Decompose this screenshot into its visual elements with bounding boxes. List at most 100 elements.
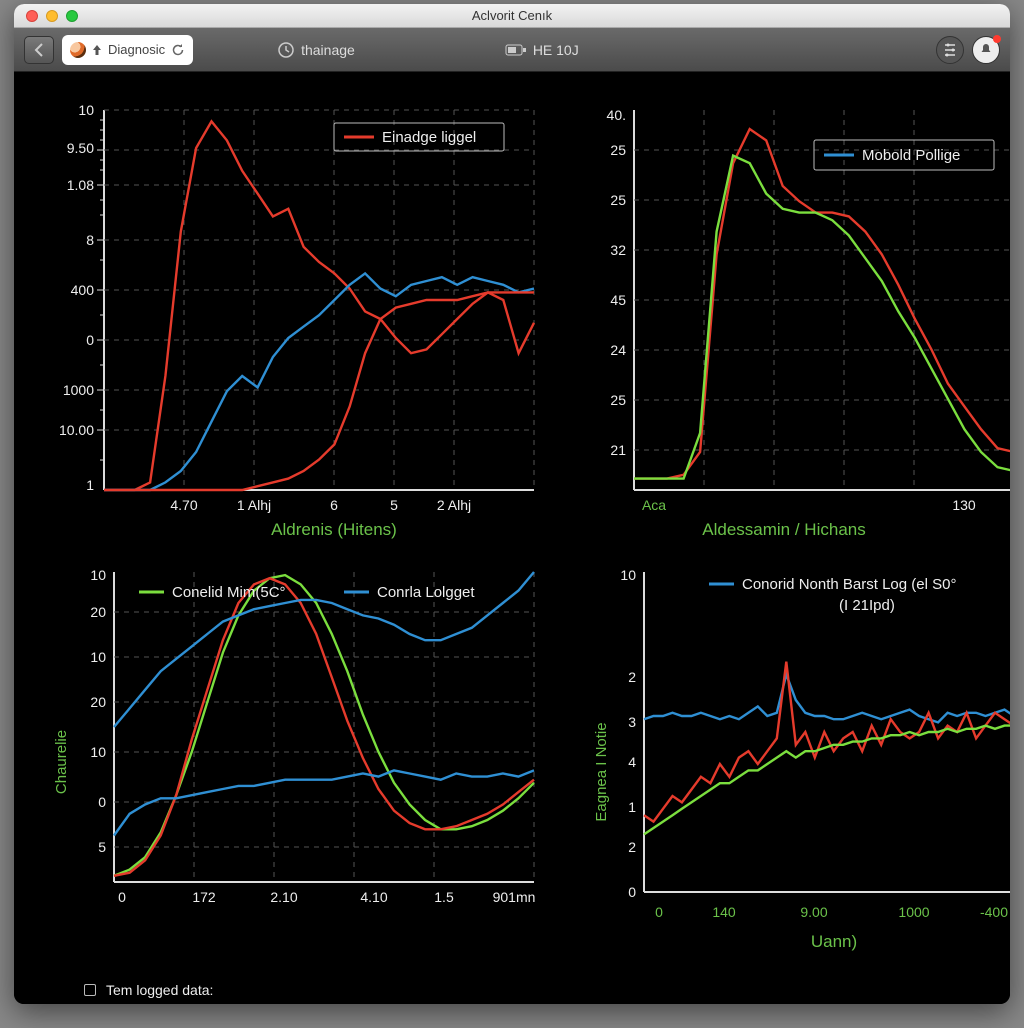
ytick: 40. (607, 107, 626, 123)
xtick: 901mn (493, 889, 536, 905)
xtick: 172 (192, 889, 216, 905)
legend-label: Einadge liggel (382, 129, 476, 146)
series-line (634, 156, 1010, 479)
series-group (104, 121, 534, 490)
ytick: 25 (610, 392, 626, 408)
chart-bottom-right: 10 2 3 4 1 2 0 0 140 9.00 1000 -400 Uann… (584, 552, 1010, 972)
xtick: Aca (642, 497, 666, 513)
legend-label: Conorid Nonth Barst Log (el S0° (742, 576, 956, 593)
notifications-button[interactable] (972, 36, 1000, 64)
settings-button[interactable] (936, 36, 964, 64)
series-line (634, 129, 1010, 479)
ytick: 25 (610, 192, 626, 208)
page-title: Diagnosic (108, 42, 165, 57)
toolbar-status-label: HE 10J (533, 42, 579, 58)
footer-line1: Fuel ponsionties inta cade more inenace … (106, 1000, 431, 1004)
ytick: 32 (610, 242, 626, 258)
back-button[interactable] (24, 36, 54, 64)
ylabel: Eagnea I Notie (593, 722, 610, 821)
ytick: 2 (628, 669, 636, 685)
ytick: 5 (98, 839, 106, 855)
ytick: 10 (620, 567, 636, 583)
xtick: 9.00 (800, 904, 827, 920)
ytick: 10 (90, 649, 106, 665)
y-grid (634, 150, 1010, 450)
footer-heading: Tem logged data: (106, 980, 213, 1000)
xtick: 1 Alhj (237, 497, 271, 513)
legend-label: Conrla Lolgget (377, 584, 475, 601)
ytick: 0 (98, 794, 106, 810)
ytick: 45 (610, 292, 626, 308)
xtick: 130 (952, 497, 976, 513)
ytick: 10 (90, 744, 106, 760)
xlabel: Aldrenis (Hitens) (271, 520, 397, 539)
ytick: 10.00 (59, 422, 94, 438)
ytick: 4 (628, 754, 636, 770)
toolbar: Diagnosic thainage HE 10J (14, 28, 1010, 72)
ytick: 0 (628, 884, 636, 900)
xtick: 0 (118, 889, 126, 905)
ylabel: Chaurelie (53, 730, 70, 794)
legend-label-line2: (I 21Ipd) (839, 597, 895, 614)
ytick: 2 (628, 839, 636, 855)
xlabel: Aldessamin / Hichans (702, 520, 865, 539)
ytick: 25 (610, 142, 626, 158)
window-title: Aclvorit Cenık (14, 8, 1010, 23)
xtick: 1.5 (434, 889, 454, 905)
series-group (634, 129, 1010, 479)
xtick: 2.10 (270, 889, 297, 905)
x-grid (184, 110, 534, 490)
xtick: 5 (390, 497, 398, 513)
y-grid (104, 110, 534, 430)
y-grid (114, 612, 534, 847)
app-window: Aclvorit Cenık Diagnosic thainage HE 10J (14, 4, 1010, 1004)
content: 10 9.50 1.08 8 400 0 1000 10.00 1 4.70 1… (14, 74, 1010, 1004)
ytick: 24 (610, 342, 626, 358)
xtick: 4.10 (360, 889, 387, 905)
battery-icon (505, 43, 527, 57)
ytick: 20 (90, 694, 106, 710)
xlabel: Uann) (811, 932, 857, 951)
ytick: 8 (86, 232, 94, 248)
xtick: 4.70 (170, 497, 197, 513)
titlebar: Aclvorit Cenık (14, 4, 1010, 28)
ytick: 10 (78, 102, 94, 118)
legend-label: Conelid Mim(5C° (172, 584, 286, 601)
clock-icon (277, 41, 295, 59)
reload-icon[interactable] (171, 43, 185, 57)
ytick: 3 (628, 714, 636, 730)
series-group (114, 572, 534, 876)
footer-legend: Tem logged data: Fuel ponsionties inta c… (14, 976, 1010, 1004)
site-favicon-icon (70, 42, 86, 58)
chart-bottom-left: 10 20 10 20 10 0 5 0 172 2.10 4.10 1.5 9… (44, 552, 544, 972)
series-line (114, 578, 534, 876)
ytick: 9.50 (67, 140, 94, 156)
ytick: 10 (90, 567, 106, 583)
ytick: 1 (628, 799, 636, 815)
bell-icon (979, 43, 993, 57)
series-line (104, 121, 534, 490)
xtick: 2 Alhj (437, 497, 471, 513)
chevron-left-icon (33, 43, 45, 57)
ytick: 1.08 (67, 177, 94, 193)
series-line (644, 674, 1010, 722)
toolbar-center-label: thainage (301, 42, 355, 58)
toolbar-center: thainage (261, 41, 371, 59)
xtick: 140 (712, 904, 736, 920)
ytick: 1000 (63, 382, 94, 398)
sliders-icon (942, 42, 958, 58)
up-arrow-icon (92, 44, 102, 56)
square-outline-icon (84, 984, 96, 996)
series-group (644, 662, 1010, 835)
chart-top-right: 40. 25 25 32 45 24 25 21 Aca 130 Aldessa… (584, 90, 1010, 540)
ytick: 21 (610, 442, 626, 458)
ytick: 0 (86, 332, 94, 348)
series-line (104, 292, 534, 490)
address-pill[interactable]: Diagnosic (62, 35, 193, 65)
xtick: -400 (980, 904, 1008, 920)
xtick: 0 (655, 904, 663, 920)
ytick: 20 (90, 604, 106, 620)
toolbar-status: HE 10J (489, 42, 595, 58)
chart-top-left: 10 9.50 1.08 8 400 0 1000 10.00 1 4.70 1… (44, 90, 544, 540)
xtick: 6 (330, 497, 338, 513)
